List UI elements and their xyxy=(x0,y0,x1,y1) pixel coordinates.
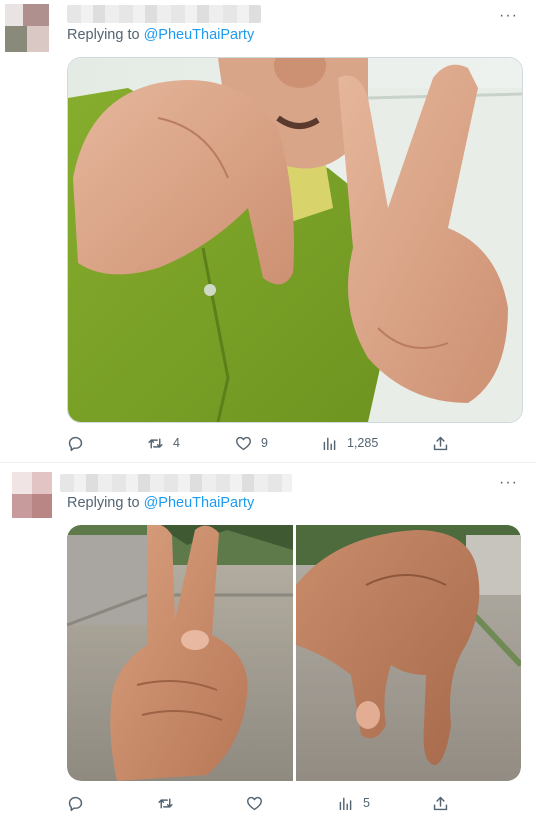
more-icon[interactable]: ··· xyxy=(499,8,518,24)
views-button[interactable]: 5 xyxy=(337,793,370,813)
tweet-divider xyxy=(0,462,536,463)
share-button[interactable] xyxy=(432,433,458,453)
tweet-media-grid xyxy=(67,525,521,781)
like-button[interactable]: 9 xyxy=(235,433,268,453)
tweet-1[interactable]: ··· Replying to @PheuThaiParty 4 9 1,285 xyxy=(0,0,536,462)
replying-to-line: Replying to @PheuThaiParty xyxy=(67,495,254,511)
like-count: 9 xyxy=(261,436,268,450)
views-button[interactable]: 1,285 xyxy=(321,433,378,453)
like-icon xyxy=(235,436,252,450)
avatar[interactable] xyxy=(5,4,49,52)
replying-to-line: Replying to @PheuThaiParty xyxy=(67,27,254,43)
avatar[interactable] xyxy=(12,472,52,518)
reply-button[interactable] xyxy=(67,793,93,813)
replying-to-label: Replying to xyxy=(67,495,144,511)
like-icon xyxy=(246,796,263,810)
reply-button[interactable] xyxy=(67,433,93,453)
views-icon xyxy=(323,437,336,450)
tweet-media-photo[interactable] xyxy=(67,57,523,423)
views-count: 1,285 xyxy=(347,436,379,450)
share-icon xyxy=(433,436,448,450)
reply-handle-link[interactable]: @PheuThaiParty xyxy=(144,495,255,511)
tweet-media-photo-1[interactable] xyxy=(67,525,293,781)
retweet-icon xyxy=(158,798,173,808)
reply-icon xyxy=(68,436,83,451)
retweet-button[interactable] xyxy=(157,793,183,813)
tweet-media-photo-2[interactable] xyxy=(296,525,521,781)
author-name-redacted xyxy=(60,474,292,492)
tweet-actions: 4 9 1,285 xyxy=(67,433,457,453)
views-count: 5 xyxy=(363,796,370,810)
photo-curled-finger-hand xyxy=(296,525,521,781)
photo-selfie-hand-sign xyxy=(68,58,522,422)
tweet-actions: 5 xyxy=(67,793,457,813)
more-icon[interactable]: ··· xyxy=(499,475,518,491)
retweet-button[interactable]: 4 xyxy=(147,433,180,453)
reply-handle-link[interactable]: @PheuThaiParty xyxy=(144,27,255,43)
photo-v-sign-hand xyxy=(67,525,293,781)
author-name-redacted xyxy=(67,5,261,23)
retweet-icon xyxy=(148,438,163,448)
replying-to-label: Replying to xyxy=(67,27,144,43)
views-icon xyxy=(339,797,352,810)
retweet-count: 4 xyxy=(173,436,180,450)
like-button[interactable] xyxy=(246,793,272,813)
reply-icon xyxy=(68,796,83,811)
share-button[interactable] xyxy=(432,793,458,813)
share-icon xyxy=(433,796,448,810)
tweet-2[interactable]: ··· Replying to @PheuThaiParty 5 xyxy=(0,464,536,820)
